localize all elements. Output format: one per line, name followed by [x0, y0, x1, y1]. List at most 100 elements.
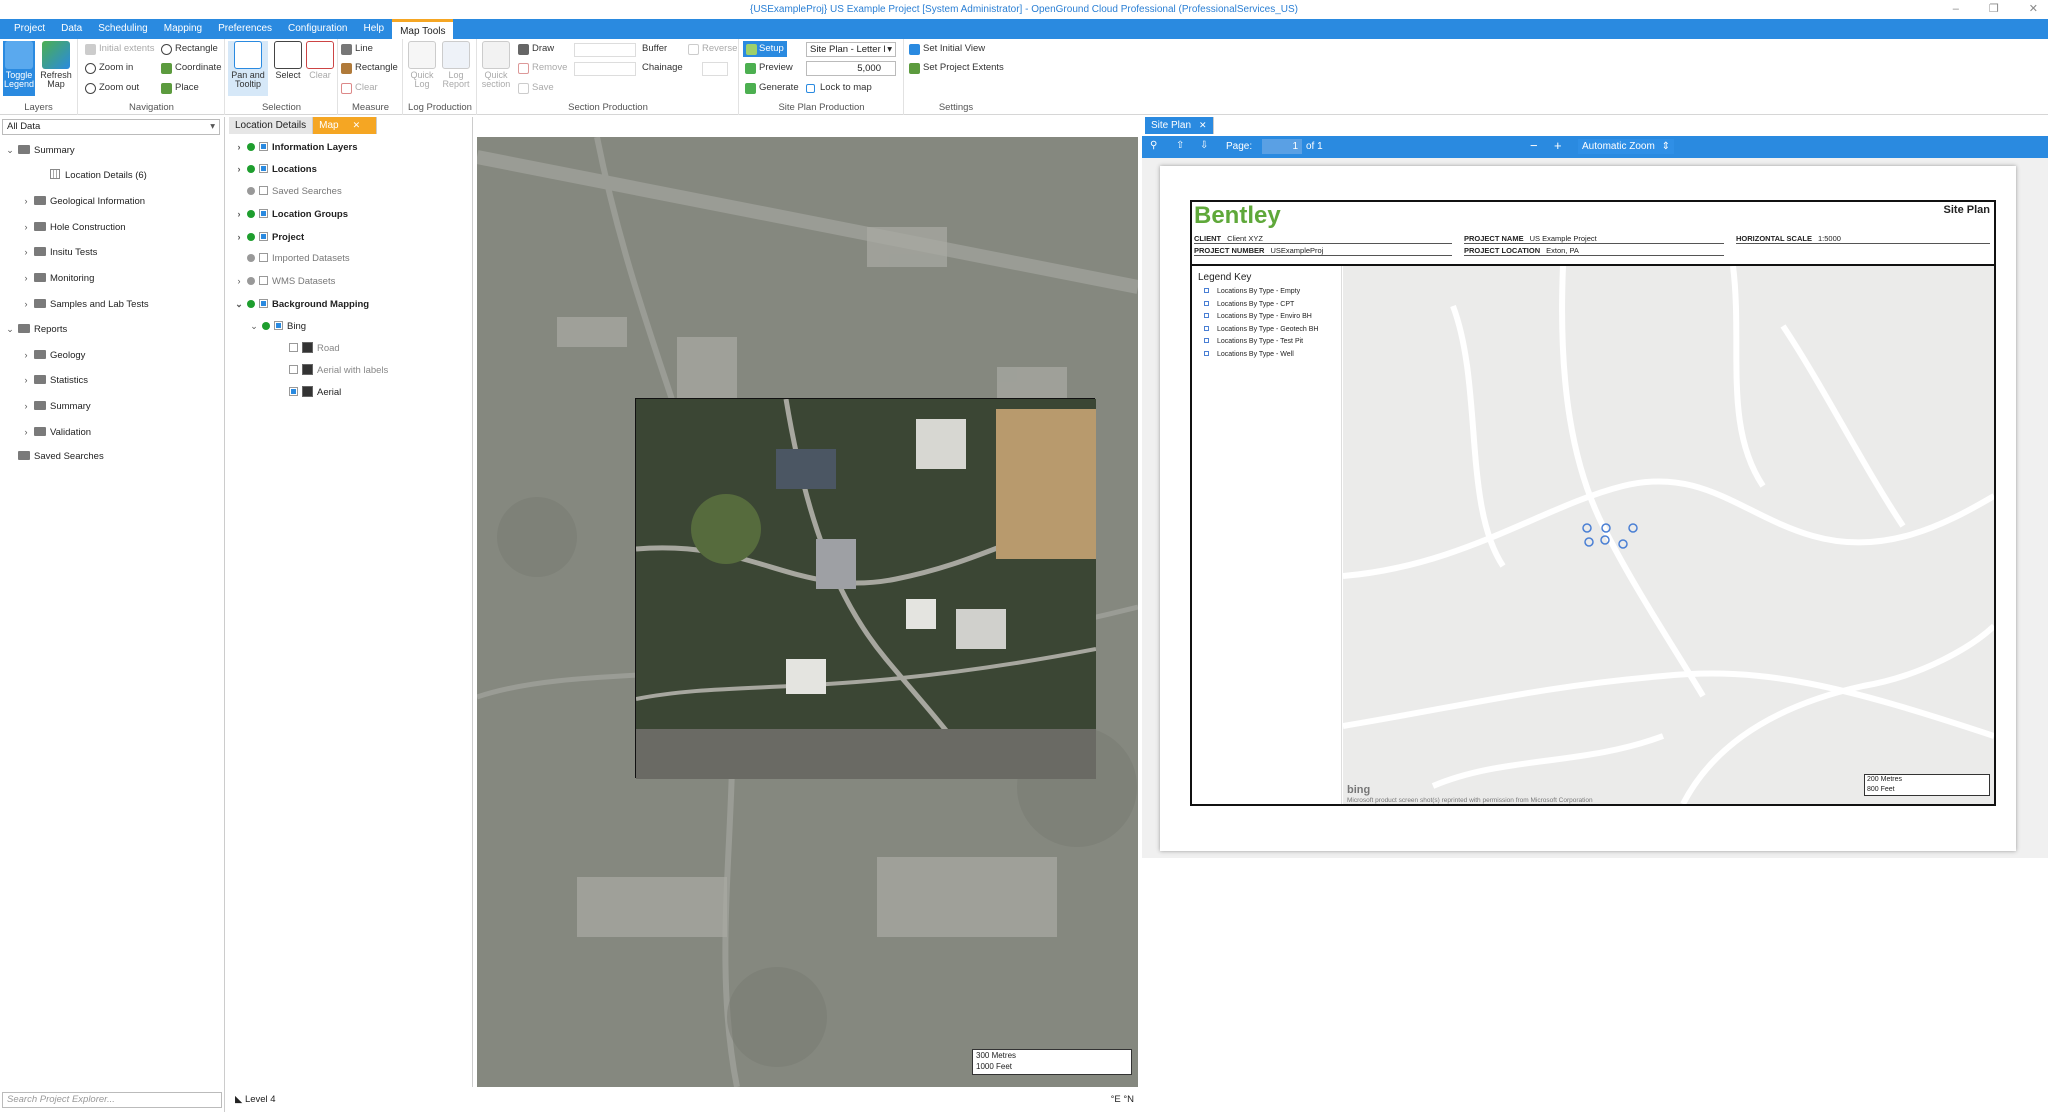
layer-item[interactable]: Road — [263, 340, 340, 358]
place-button[interactable]: Place — [161, 80, 199, 96]
preview-button[interactable]: Preview — [745, 60, 793, 76]
chevron-down-icon[interactable]: ⌄ — [248, 317, 260, 335]
menu-data[interactable]: Data — [53, 19, 90, 39]
zoom-in-button[interactable]: Zoom in — [85, 60, 133, 76]
chevron-right-icon[interactable]: › — [20, 397, 32, 415]
initial-extents-button[interactable]: Initial extents — [85, 41, 154, 57]
measure-rectangle-button[interactable]: Rectangle — [341, 60, 398, 76]
explorer-item[interactable]: › Insitu Tests — [20, 243, 97, 261]
chevron-right-icon[interactable]: › — [233, 272, 245, 290]
layer-item[interactable]: › Locations — [233, 160, 317, 178]
explorer-item[interactable]: › Hole Construction — [20, 218, 126, 236]
tab-site-plan[interactable]: Site Plan ✕ — [1145, 117, 1214, 134]
menu-configuration[interactable]: Configuration — [280, 19, 355, 39]
explorer-item[interactable]: › Statistics — [20, 371, 88, 389]
chevron-right-icon[interactable]: › — [20, 192, 32, 210]
close-icon[interactable]: ✕ — [2029, 0, 2038, 19]
measure-clear-button[interactable]: Clear — [341, 80, 378, 96]
explorer-item[interactable]: Location Details (6) — [36, 167, 147, 185]
page-number-input[interactable]: 1 — [1262, 139, 1302, 154]
explorer-item[interactable]: ⌄ Summary — [4, 141, 75, 159]
selection-clear-button[interactable]: Clear — [304, 41, 336, 80]
site-plan-template-select[interactable]: Site Plan - Letter l ▾ — [806, 42, 896, 57]
close-tab-icon[interactable]: ✕ — [353, 120, 361, 130]
layer-item[interactable]: Imported Datasets — [233, 250, 350, 268]
minimize-icon[interactable]: – — [1953, 0, 1959, 19]
zoom-out-icon[interactable]: − — [1530, 138, 1538, 153]
explorer-item[interactable]: › Summary — [20, 397, 91, 415]
chainage-input[interactable] — [574, 62, 636, 76]
layer-item[interactable]: Aerial with labels — [263, 362, 388, 380]
chevron-right-icon[interactable]: › — [233, 138, 245, 156]
explorer-item[interactable]: › Validation — [20, 423, 91, 441]
layer-item[interactable]: › Project — [233, 228, 304, 246]
reverse-checkbox[interactable]: Reverse — [688, 41, 737, 57]
buffer-input[interactable] — [574, 43, 636, 57]
data-filter-select[interactable]: All Data ▾ — [2, 119, 220, 135]
pdf-viewer[interactable]: Bentley Site Plan CLIENT Client XYZ PROJE… — [1142, 158, 2048, 858]
menu-preferences[interactable]: Preferences — [210, 19, 280, 39]
map-canvas[interactable]: 300 Metres 1000 Feet — [477, 137, 1138, 1087]
menu-scheduling[interactable]: Scheduling — [90, 19, 155, 39]
chevron-right-icon[interactable]: › — [233, 160, 245, 178]
section-save-button[interactable]: Save — [518, 80, 554, 96]
layer-item[interactable]: Aerial — [263, 384, 341, 402]
lock-to-map-checkbox[interactable]: Lock to map — [806, 80, 872, 96]
chevron-right-icon[interactable]: › — [20, 269, 32, 287]
layer-visibility-checkbox[interactable] — [259, 185, 268, 195]
layer-visibility-checkbox[interactable] — [259, 209, 268, 219]
tab-map[interactable]: Map ✕ — [313, 117, 378, 134]
generate-button[interactable]: Generate — [745, 80, 799, 96]
chevron-down-icon[interactable]: ⌄ — [4, 141, 16, 159]
chevron-right-icon[interactable]: › — [233, 228, 245, 246]
pan-tooltip-button[interactable]: Pan and Tooltip — [228, 41, 268, 96]
chevron-down-icon[interactable]: ⌄ — [4, 320, 16, 338]
menu-map-tools[interactable]: Map Tools — [392, 19, 454, 39]
zoom-select[interactable]: Automatic Zoom ⇕ — [1578, 139, 1674, 154]
chevron-right-icon[interactable]: › — [20, 218, 32, 236]
layer-item[interactable]: Saved Searches — [233, 183, 342, 201]
chevron-right-icon[interactable]: › — [20, 423, 32, 441]
layer-visibility-checkbox[interactable] — [259, 231, 268, 241]
layer-visibility-checkbox[interactable] — [259, 164, 268, 174]
search-icon[interactable]: ⚲ — [1150, 140, 1157, 151]
set-project-extents-button[interactable]: Set Project Extents — [909, 60, 1004, 76]
previous-page-icon[interactable]: ⇧ — [1176, 140, 1184, 151]
layer-item[interactable]: › WMS Datasets — [233, 272, 335, 290]
section-draw-button[interactable]: Draw — [518, 41, 554, 57]
layer-visibility-checkbox[interactable] — [259, 142, 268, 151]
coordinate-button[interactable]: Coordinate — [161, 60, 221, 76]
zoom-in-icon[interactable]: + — [1554, 138, 1562, 153]
layer-item[interactable]: › Information Layers — [233, 138, 358, 156]
chevron-right-icon[interactable]: › — [233, 205, 245, 223]
set-initial-view-button[interactable]: Set Initial View — [909, 41, 985, 57]
text-color-picker[interactable] — [702, 62, 728, 76]
zoom-out-button[interactable]: Zoom out — [85, 80, 139, 96]
search-explorer-input[interactable]: Search Project Explorer... — [2, 1092, 222, 1108]
setup-button[interactable]: Setup — [743, 41, 787, 57]
section-remove-button[interactable]: Remove — [518, 60, 567, 76]
menu-project[interactable]: Project — [6, 19, 53, 39]
layer-visibility-checkbox[interactable] — [289, 342, 298, 352]
scale-input[interactable]: 5,000 — [806, 61, 896, 76]
chevron-right-icon[interactable]: › — [20, 295, 32, 313]
explorer-item[interactable]: Saved Searches — [4, 448, 104, 466]
layer-visibility-checkbox[interactable] — [259, 253, 268, 262]
quick-log-button[interactable]: Quick Log — [406, 41, 438, 89]
next-page-icon[interactable]: ⇩ — [1200, 140, 1208, 151]
select-button[interactable]: Select — [272, 41, 304, 80]
restore-icon[interactable]: ❐ — [1989, 0, 1999, 19]
toggle-legend-button[interactable]: Toggle Legend — [3, 41, 35, 96]
quick-section-button[interactable]: Quick section — [480, 41, 512, 89]
explorer-item[interactable]: › Samples and Lab Tests — [20, 295, 149, 313]
layer-item[interactable]: ⌄ Bing — [248, 317, 306, 335]
layer-visibility-checkbox[interactable] — [259, 298, 268, 308]
explorer-item[interactable]: › Monitoring — [20, 269, 94, 287]
layer-item[interactable]: › Location Groups — [233, 205, 348, 223]
layer-item[interactable]: ⌄ Background Mapping — [233, 295, 369, 313]
refresh-map-button[interactable]: Refresh Map — [40, 41, 72, 89]
measure-line-button[interactable]: Line — [341, 41, 373, 57]
layer-visibility-checkbox[interactable] — [289, 387, 298, 397]
chevron-right-icon[interactable]: › — [20, 371, 32, 389]
chevron-right-icon[interactable]: › — [20, 243, 32, 261]
